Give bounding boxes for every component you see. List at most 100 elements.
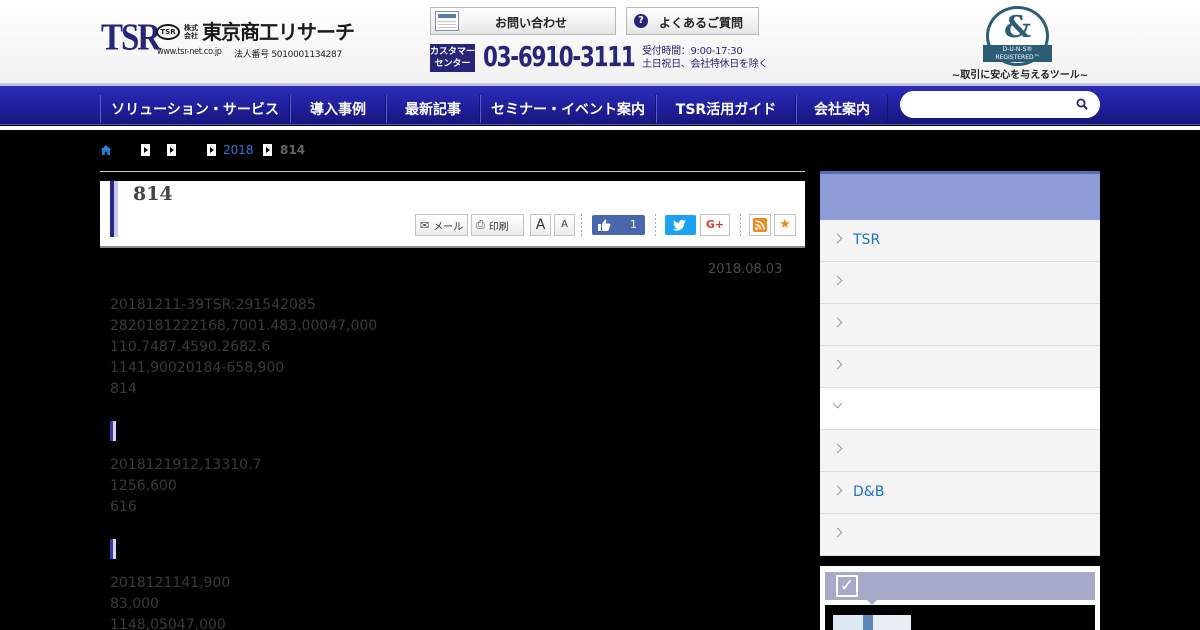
kabushiki-label: 株式会社 — [184, 24, 198, 40]
sidebar-item-label: TSR — [853, 232, 881, 248]
sidebar-item[interactable] — [820, 514, 1100, 556]
print-label: 印刷 — [488, 221, 509, 233]
body-line: 110.7487.4590.2682.6 — [110, 339, 271, 355]
chevron-right-icon — [832, 527, 843, 538]
customer-center-badge: カスタマーセンター — [430, 44, 475, 72]
site-url: www.tsr-net.co.jp — [157, 47, 222, 57]
title-accent-bar — [110, 181, 118, 237]
chevron-right-icon — [832, 443, 843, 454]
tsr-emblem-logo: TSR — [156, 24, 180, 40]
sidebar-item-dnb[interactable]: D&B — [820, 472, 1100, 514]
hours-line-2: 土日祝日、会社特休日を除く — [642, 59, 769, 70]
article-paragraph-2: 2018121912,13310.7 1256,600 616 — [110, 455, 261, 518]
phone-number[interactable]: 03-6910-3111 — [483, 40, 636, 73]
rss-icon — [753, 218, 767, 232]
nav-item-company[interactable]: 会社案内 — [796, 95, 888, 123]
faq-label: よくあるご質問 — [659, 16, 744, 30]
body-line: 2018121141,900 — [110, 575, 231, 591]
print-button[interactable]: ⎙ 印刷 — [471, 214, 524, 236]
nav-bottom-rule — [0, 126, 1200, 130]
nav-label: 導入事例 — [310, 102, 366, 118]
nav-item-guide[interactable]: TSR活用ガイド — [656, 95, 796, 123]
chevron-right-icon — [832, 485, 843, 496]
nav-item-solutions[interactable]: ソリューション・サービス — [100, 95, 290, 123]
sidebar-item[interactable] — [820, 262, 1100, 304]
question-icon: ? — [634, 14, 648, 28]
checkbox-icon: ✓ — [836, 575, 858, 597]
breadcrumb-separator-icon — [207, 144, 216, 156]
tsr-logo[interactable]: TSR — [101, 19, 161, 57]
duns-registered-badge[interactable]: & D-U-N-S® REGISTERED™ — [983, 6, 1052, 66]
chevron-right-icon — [832, 233, 843, 244]
chevron-down-icon — [832, 398, 843, 409]
nav-label: TSR活用ガイド — [675, 102, 777, 118]
printer-icon: ⎙ — [476, 218, 485, 231]
favorite-star-button[interactable]: ★ — [774, 214, 796, 236]
body-line: 1141,90020184-658,900 — [110, 360, 285, 376]
nav-item-case-studies[interactable]: 導入事例 — [290, 95, 386, 123]
nav-item-latest-articles[interactable]: 最新記事 — [386, 95, 480, 123]
nav-item-seminars[interactable]: セミナー・イベント案内 — [480, 95, 656, 123]
nav-label: 会社案内 — [814, 102, 870, 118]
twitter-bird-icon — [672, 219, 686, 231]
breadcrumb-current: 814 — [280, 143, 306, 157]
dnb-ampersand-icon: & — [1003, 10, 1032, 45]
section-heading-marker — [110, 539, 118, 559]
nav-label: 最新記事 — [405, 102, 461, 118]
like-count: 1 — [630, 218, 637, 231]
contact-button[interactable]: お問い合わせ — [430, 7, 616, 35]
nav-label: ソリューション・サービス — [111, 102, 279, 118]
star-icon: ★ — [779, 217, 791, 232]
google-plus-share-button[interactable]: G+ — [700, 214, 730, 236]
breadcrumb-separator-icon — [141, 144, 150, 156]
sidebar-item[interactable] — [820, 430, 1100, 472]
sidebar-thumbnail-image[interactable] — [833, 615, 911, 630]
search-input[interactable] — [900, 91, 1100, 118]
font-size-small-button[interactable]: A — [554, 214, 575, 236]
body-line: 1256,600 — [110, 478, 177, 494]
sidebar-item[interactable] — [820, 304, 1100, 346]
section-heading-marker — [110, 421, 118, 441]
mail-label: メール — [433, 221, 464, 233]
company-name[interactable]: 東京商工リサーチ — [202, 20, 355, 44]
article-paragraph-1: 20181211-39TSR:291542085 2820181222168,7… — [110, 295, 377, 400]
twitter-share-button[interactable] — [665, 215, 696, 235]
breadcrumb-separator-icon — [167, 144, 176, 156]
chevron-right-icon — [832, 275, 843, 286]
article-top-rule — [100, 171, 805, 172]
mail-share-button[interactable]: ✉ メール — [415, 214, 468, 236]
body-line: 1148,05047,000 — [110, 617, 226, 630]
duns-ribbon: D-U-N-S® REGISTERED™ — [983, 45, 1052, 62]
facebook-like-button[interactable]: 1 — [592, 215, 645, 235]
hours-line-1: 受付時間：9:00-17:30 — [642, 46, 743, 57]
thumbs-up-icon — [598, 219, 611, 231]
sidebar-item[interactable] — [820, 346, 1100, 388]
article-paragraph-3: 2018121141,900 83,000 1148,05047,000 — [110, 573, 230, 630]
body-line: 83,000 — [110, 596, 159, 612]
sidebar-item-active[interactable] — [820, 388, 1100, 430]
breadcrumb-separator-icon — [263, 144, 272, 156]
faq-button[interactable]: ? よくあるご質問 — [626, 7, 759, 35]
home-icon[interactable] — [100, 144, 112, 156]
page-title: 814 — [133, 183, 173, 205]
envelope-icon: ✉ — [420, 218, 430, 232]
body-line: 2820181222168,7001.483,00047,000 — [110, 318, 378, 334]
toolbar-divider — [740, 214, 741, 236]
body-line: 20181211-39TSR:291542085 — [110, 297, 316, 313]
body-line: 814 — [110, 381, 137, 397]
toolbar-divider — [655, 214, 656, 236]
sidebar-item-label: D&B — [853, 484, 885, 500]
search-icon[interactable] — [1076, 98, 1088, 110]
sidebar-widget-header — [825, 572, 1095, 600]
sidebar-item-tsr[interactable]: TSR — [820, 220, 1100, 262]
contact-label: お問い合わせ — [495, 16, 568, 30]
sidebar-header — [820, 174, 1100, 220]
site-header: TSR TSR 株式会社 東京商工リサーチ www.tsr-net.co.jp … — [0, 0, 1200, 84]
rss-feed-button[interactable] — [749, 214, 771, 236]
corporate-number: 法人番号 5010001134287 — [234, 50, 342, 60]
chevron-right-icon — [832, 359, 843, 370]
chevron-right-icon — [832, 317, 843, 328]
font-size-large-button[interactable]: A — [530, 214, 551, 236]
body-line: 616 — [110, 499, 137, 515]
breadcrumb-year-link[interactable]: 2018 — [223, 143, 254, 157]
